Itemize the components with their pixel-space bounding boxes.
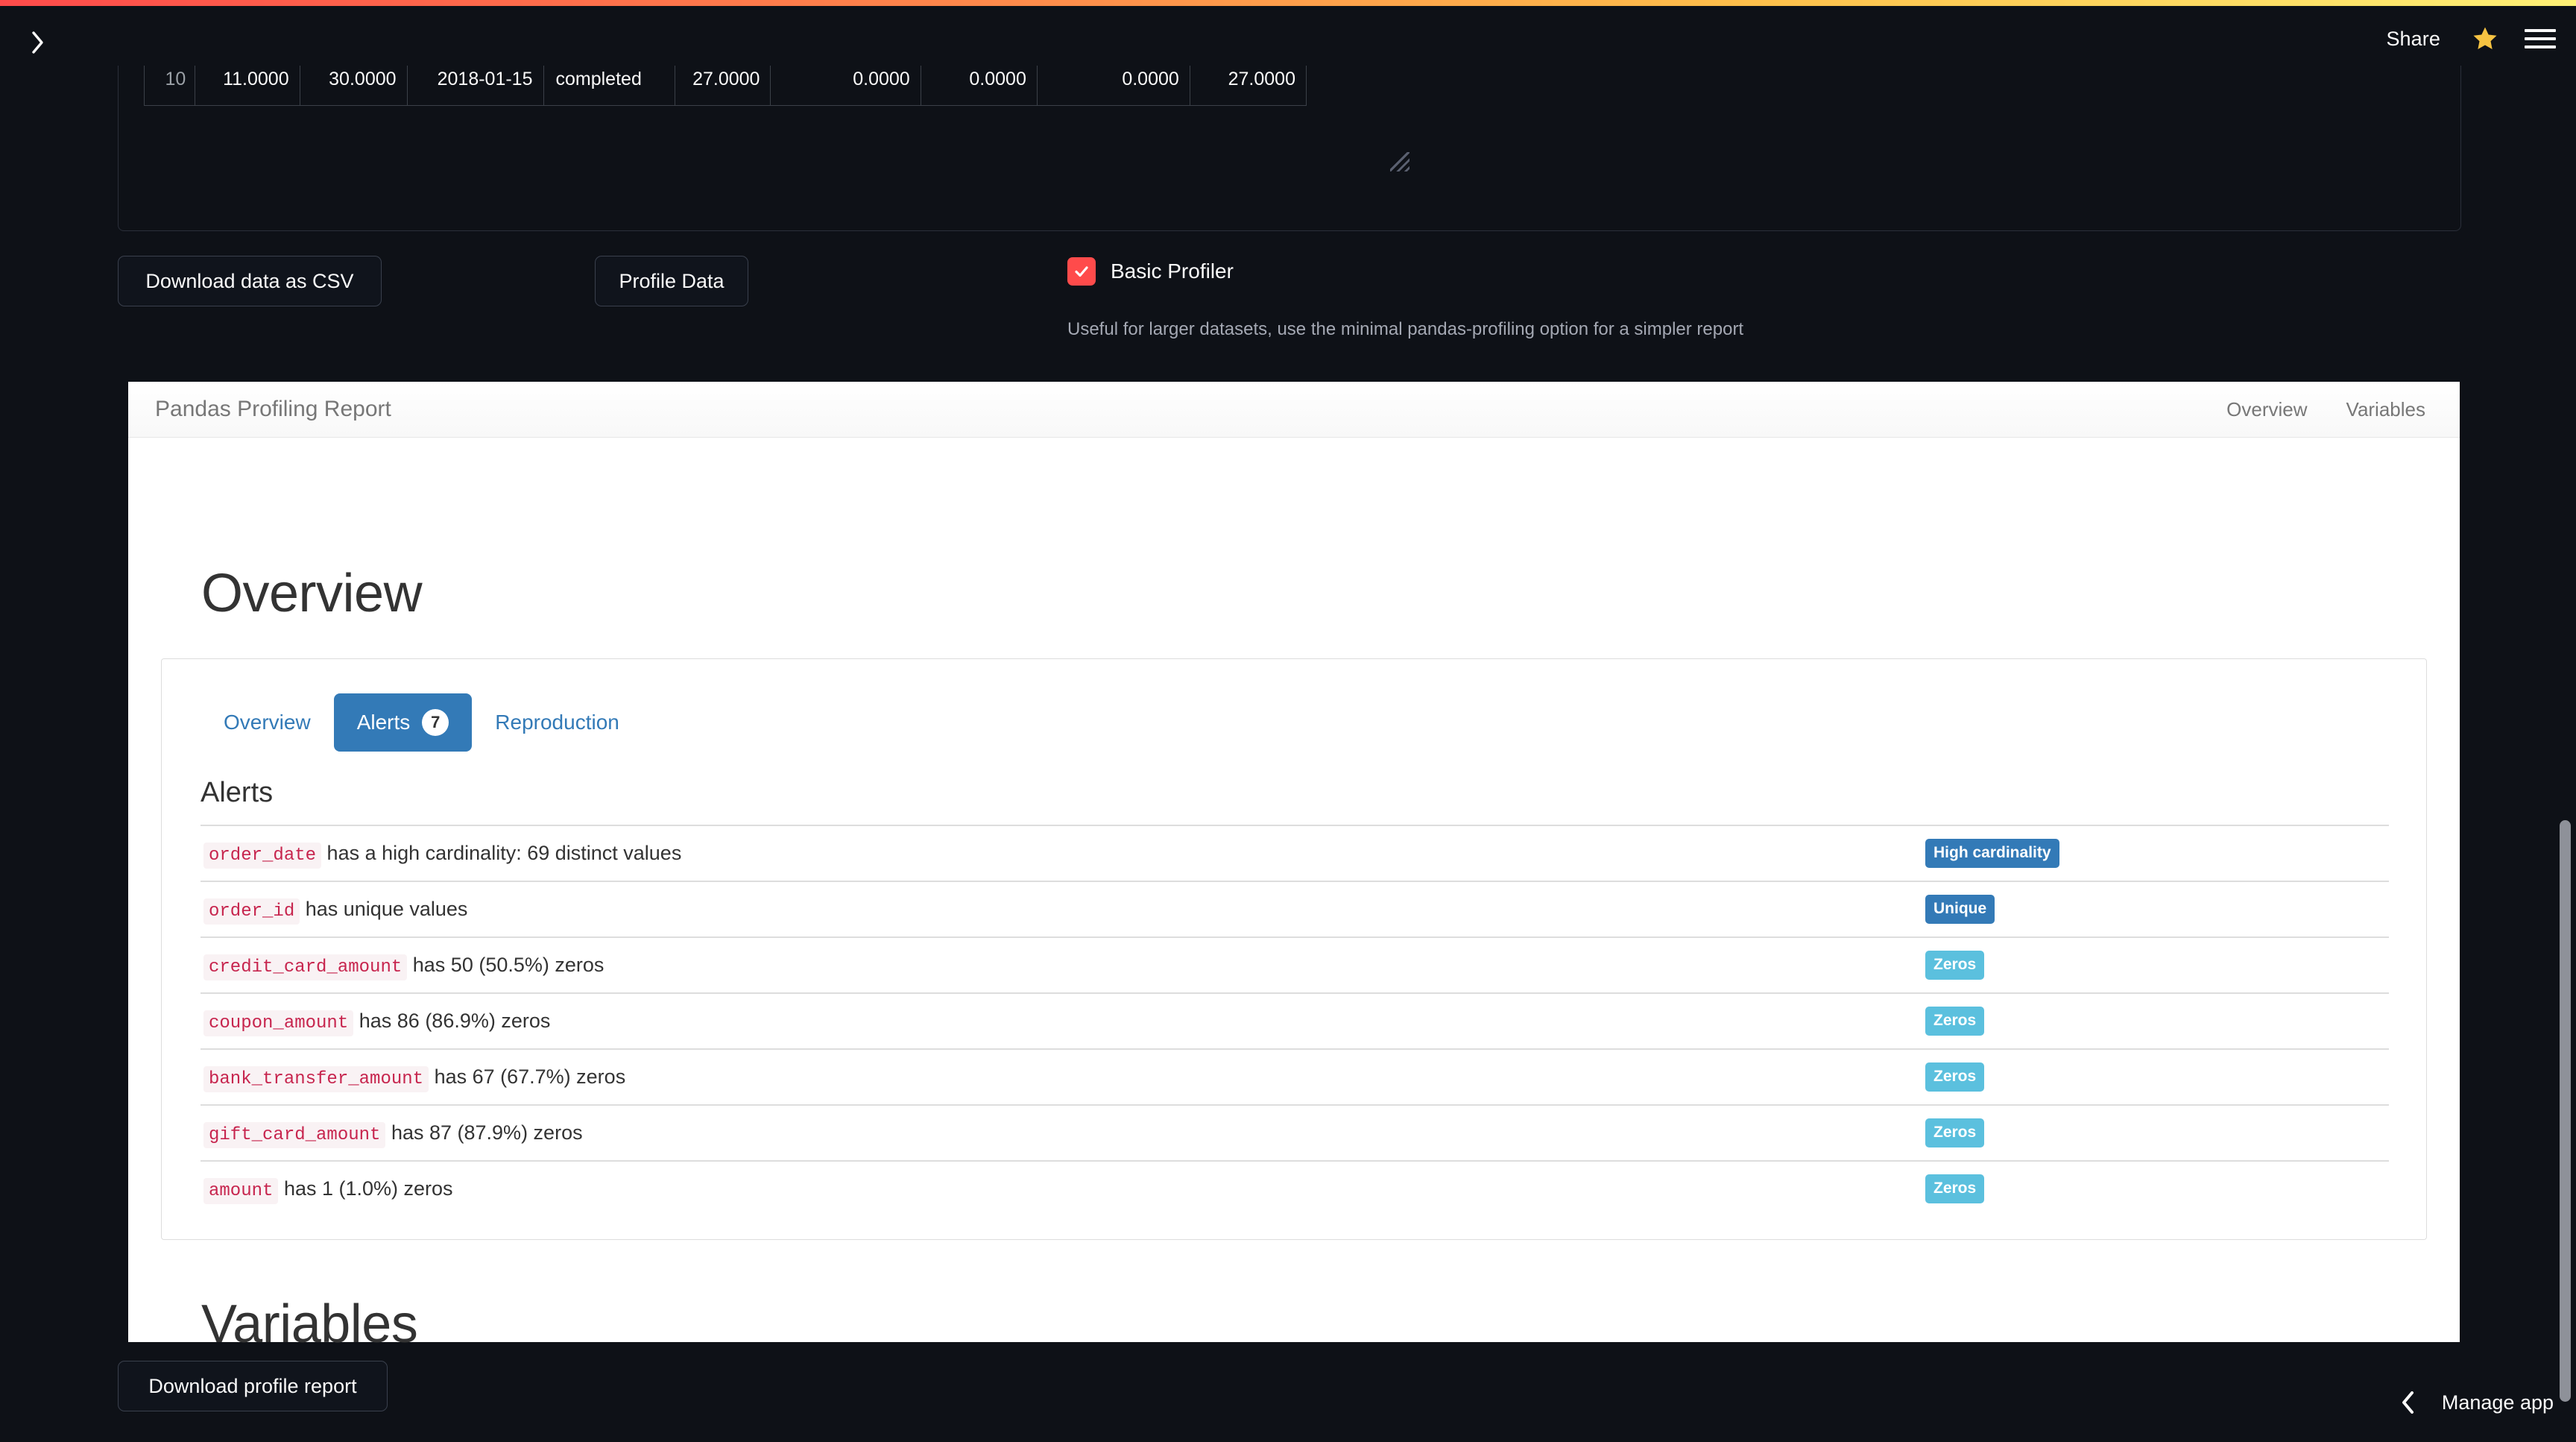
alert-variable-name[interactable]: amount: [203, 1177, 279, 1204]
tab-overview[interactable]: Overview: [201, 695, 334, 750]
hamburger-menu-icon[interactable]: [2522, 22, 2558, 55]
resize-grip-icon[interactable]: [1390, 152, 1409, 171]
basic-profiler-help-text: Useful for larger datasets, use the mini…: [1067, 319, 1744, 339]
basic-profiler-label: Basic Profiler: [1111, 259, 1234, 283]
report-navbar: Pandas Profiling Report Overview Variabl…: [128, 382, 2460, 438]
manage-app-button[interactable]: Manage app: [2400, 1390, 2554, 1415]
alert-badge-cell: Zeros: [1912, 993, 2389, 1049]
status-badge: Zeros: [1925, 1007, 1985, 1036]
alert-description-cell: amount has 1 (1.0%) zeros: [201, 1161, 1912, 1216]
table-row[interactable]: coupon_amount has 86 (86.9%) zeros Zeros: [201, 993, 2389, 1049]
alert-description-cell: bank_transfer_amount has 67 (67.7%) zero…: [201, 1049, 1912, 1105]
page-scrollbar-track[interactable]: [2551, 66, 2576, 1442]
star-icon[interactable]: [2469, 22, 2501, 55]
status-badge: High cardinality: [1925, 839, 2059, 868]
download-data-as-csv-button[interactable]: Download data as CSV: [118, 256, 382, 306]
status-badge: Zeros: [1925, 1062, 1985, 1092]
tab-alerts[interactable]: Alerts 7: [333, 693, 473, 752]
alerts-table-body: order_date has a high cardinality: 69 di…: [201, 825, 2389, 1216]
status-badge: Unique: [1925, 895, 1995, 924]
alert-variable-name[interactable]: gift_card_amount: [203, 1121, 386, 1148]
alert-description-text: has unique values: [305, 897, 468, 920]
alert-description-text: has 86 (86.9%) zeros: [359, 1009, 551, 1032]
tab-alerts-count-badge: 7: [422, 709, 449, 736]
alert-variable-name[interactable]: bank_transfer_amount: [203, 1065, 429, 1092]
alert-description-cell: order_date has a high cardinality: 69 di…: [201, 825, 1912, 881]
alert-variable-name[interactable]: credit_card_amount: [203, 954, 408, 980]
alerts-title: Alerts: [201, 777, 274, 808]
alert-badge-cell: Zeros: [1912, 1049, 2389, 1105]
alert-description-text: has 50 (50.5%) zeros: [412, 953, 604, 976]
table-row[interactable]: credit_card_amount has 50 (50.5%) zeros …: [201, 937, 2389, 993]
tab-alerts-label: Alerts: [356, 711, 411, 734]
menu-line: [2525, 37, 2556, 40]
status-badge: Zeros: [1925, 951, 1985, 980]
table-row[interactable]: order_date has a high cardinality: 69 di…: [201, 825, 2389, 881]
alert-description-cell: gift_card_amount has 87 (87.9%) zeros: [201, 1105, 1912, 1161]
alert-description-text: has 1 (1.0%) zeros: [283, 1177, 453, 1200]
chevron-right-icon[interactable]: [21, 25, 55, 60]
overview-section-heading: Overview: [201, 564, 423, 623]
header-actions: Share: [2378, 16, 2558, 61]
tab-reproduction[interactable]: Reproduction: [472, 695, 643, 750]
alert-badge-cell: Zeros: [1912, 1105, 2389, 1161]
alert-badge-cell: High cardinality: [1912, 825, 2389, 881]
table-row[interactable]: amount has 1 (1.0%) zeros Zeros: [201, 1161, 2389, 1216]
alerts-card: Overview Alerts 7 Reproduction Alerts or…: [161, 658, 2427, 1240]
manage-app-label: Manage app: [2441, 1391, 2554, 1414]
alert-badge-cell: Zeros: [1912, 1161, 2389, 1216]
status-badge: Zeros: [1925, 1174, 1985, 1203]
menu-line: [2525, 29, 2556, 32]
menu-line: [2525, 45, 2556, 48]
variables-section-heading: Variables: [201, 1294, 418, 1354]
alert-description-text: has 67 (67.7%) zeros: [434, 1065, 626, 1088]
page-scrollbar-thumb[interactable]: [2560, 820, 2571, 1402]
report-nav-items: Overview Variables: [2226, 398, 2425, 421]
running-status-gradient-bar: [0, 0, 2576, 6]
download-profile-report-button[interactable]: Download profile report: [118, 1361, 388, 1411]
report-brand-title: Pandas Profiling Report: [155, 397, 391, 421]
status-badge: Zeros: [1925, 1118, 1985, 1147]
tab-reproduction-label: Reproduction: [495, 711, 619, 734]
share-button[interactable]: Share: [2378, 23, 2448, 55]
alerts-tab-list: Overview Alerts 7 Reproduction: [201, 693, 643, 752]
profile-data-button[interactable]: Profile Data: [595, 256, 748, 306]
table-row[interactable]: gift_card_amount has 87 (87.9%) zeros Ze…: [201, 1105, 2389, 1161]
alert-variable-name[interactable]: coupon_amount: [203, 1010, 354, 1036]
alert-variable-name[interactable]: order_id: [203, 898, 300, 925]
alerts-table: order_date has a high cardinality: 69 di…: [201, 825, 2389, 1216]
alert-description-text: has 87 (87.9%) zeros: [391, 1121, 583, 1144]
alert-variable-name[interactable]: order_date: [203, 842, 322, 869]
alert-description-text: has a high cardinality: 69 distinct valu…: [326, 841, 682, 864]
table-row[interactable]: bank_transfer_amount has 67 (67.7%) zero…: [201, 1049, 2389, 1105]
tab-overview-label: Overview: [224, 711, 311, 734]
alert-badge-cell: Zeros: [1912, 937, 2389, 993]
chevron-left-icon: [2400, 1390, 2416, 1415]
alert-description-cell: order_id has unique values: [201, 881, 1912, 937]
table-row[interactable]: order_id has unique values Unique: [201, 881, 2389, 937]
report-nav-link-overview[interactable]: Overview: [2226, 398, 2307, 421]
alert-description-cell: credit_card_amount has 50 (50.5%) zeros: [201, 937, 1912, 993]
checkbox-checked-icon[interactable]: [1067, 257, 1096, 286]
report-nav-link-variables[interactable]: Variables: [2346, 398, 2425, 421]
alert-description-cell: coupon_amount has 86 (86.9%) zeros: [201, 993, 1912, 1049]
app-header: Share: [0, 6, 2576, 66]
basic-profiler-checkbox-row[interactable]: Basic Profiler: [1067, 257, 1234, 286]
alert-badge-cell: Unique: [1912, 881, 2389, 937]
